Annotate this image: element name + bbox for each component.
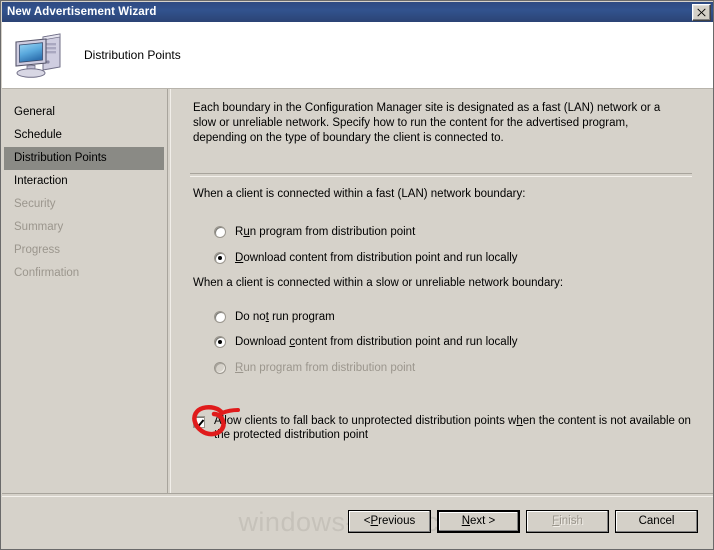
checkbox-allow-fallback[interactable]: Allow clients to fall back to unprotecte…: [193, 414, 691, 442]
sidebar-item-schedule[interactable]: Schedule: [2, 124, 165, 147]
radio-label: Download content from distribution point…: [235, 252, 518, 264]
page-title: Distribution Points: [84, 48, 181, 62]
title-bar: New Advertisement Wizard: [2, 2, 713, 22]
wizard-button-bar: < Previous Next > Finish Cancel: [2, 505, 713, 537]
close-button[interactable]: [692, 3, 711, 21]
footer-separator: [2, 493, 713, 497]
radio-fast-run-from-dp[interactable]: Run program from distribution point: [214, 224, 415, 240]
next-button[interactable]: Next >: [437, 509, 520, 533]
finish-button: Finish: [526, 509, 609, 533]
wizard-body: General Schedule Distribution Points Int…: [2, 89, 713, 549]
radio-label: Download content from distribution point…: [235, 336, 518, 348]
wizard-steps-sidebar: General Schedule Distribution Points Int…: [2, 89, 165, 494]
radio-icon: [214, 362, 226, 374]
radio-label: Run program from distribution point: [235, 362, 416, 374]
content-separator: [190, 173, 692, 177]
sidebar-item-confirmation: Confirmation: [14, 267, 80, 279]
radio-slow-do-not-run[interactable]: Do not run program: [214, 309, 335, 325]
close-icon: [693, 5, 710, 20]
radio-icon: [214, 336, 226, 348]
sidebar-item-progress: Progress: [14, 244, 61, 256]
fast-network-group-label: When a client is connected within a fast…: [193, 188, 526, 200]
checkbox-label: Allow clients to fall back to unprotecte…: [214, 415, 691, 441]
radio-slow-run-from-dp: Run program from distribution point: [214, 360, 415, 376]
previous-button[interactable]: < Previous: [348, 509, 431, 533]
intro-text: Each boundary in the Configuration Manag…: [193, 102, 661, 144]
radio-fast-download-and-run-locally[interactable]: Download content from distribution point…: [214, 250, 518, 266]
radio-label: Run program from distribution point: [235, 226, 416, 238]
checkbox-icon: [193, 416, 205, 428]
sidebar-item-distribution-points[interactable]: Distribution Points: [4, 147, 164, 170]
sidebar-item-summary: Summary: [14, 221, 64, 233]
window-title: New Advertisement Wizard: [7, 6, 157, 18]
sidebar-item-general[interactable]: General: [2, 101, 165, 124]
sidebar-item-interaction[interactable]: Interaction: [2, 170, 165, 193]
radio-icon: [214, 252, 226, 264]
sidebar-divider: [167, 89, 171, 494]
slow-network-group-label: When a client is connected within a slow…: [193, 277, 564, 289]
computer-icon: [10, 29, 70, 81]
wizard-window: New Advertisement Wizard Distribution Po…: [0, 0, 714, 550]
wizard-header: Distribution Points: [2, 22, 713, 89]
radio-icon: [214, 311, 226, 323]
sidebar-item-security: Security: [14, 198, 56, 210]
radio-slow-download-and-run-locally[interactable]: Download content from distribution point…: [214, 334, 518, 350]
title-bar-buttons: [692, 3, 713, 21]
content-pane: Each boundary in the Configuration Manag…: [172, 89, 712, 494]
cancel-button[interactable]: Cancel: [615, 509, 698, 533]
radio-icon: [214, 226, 226, 238]
radio-label: Do not run program: [235, 311, 335, 323]
